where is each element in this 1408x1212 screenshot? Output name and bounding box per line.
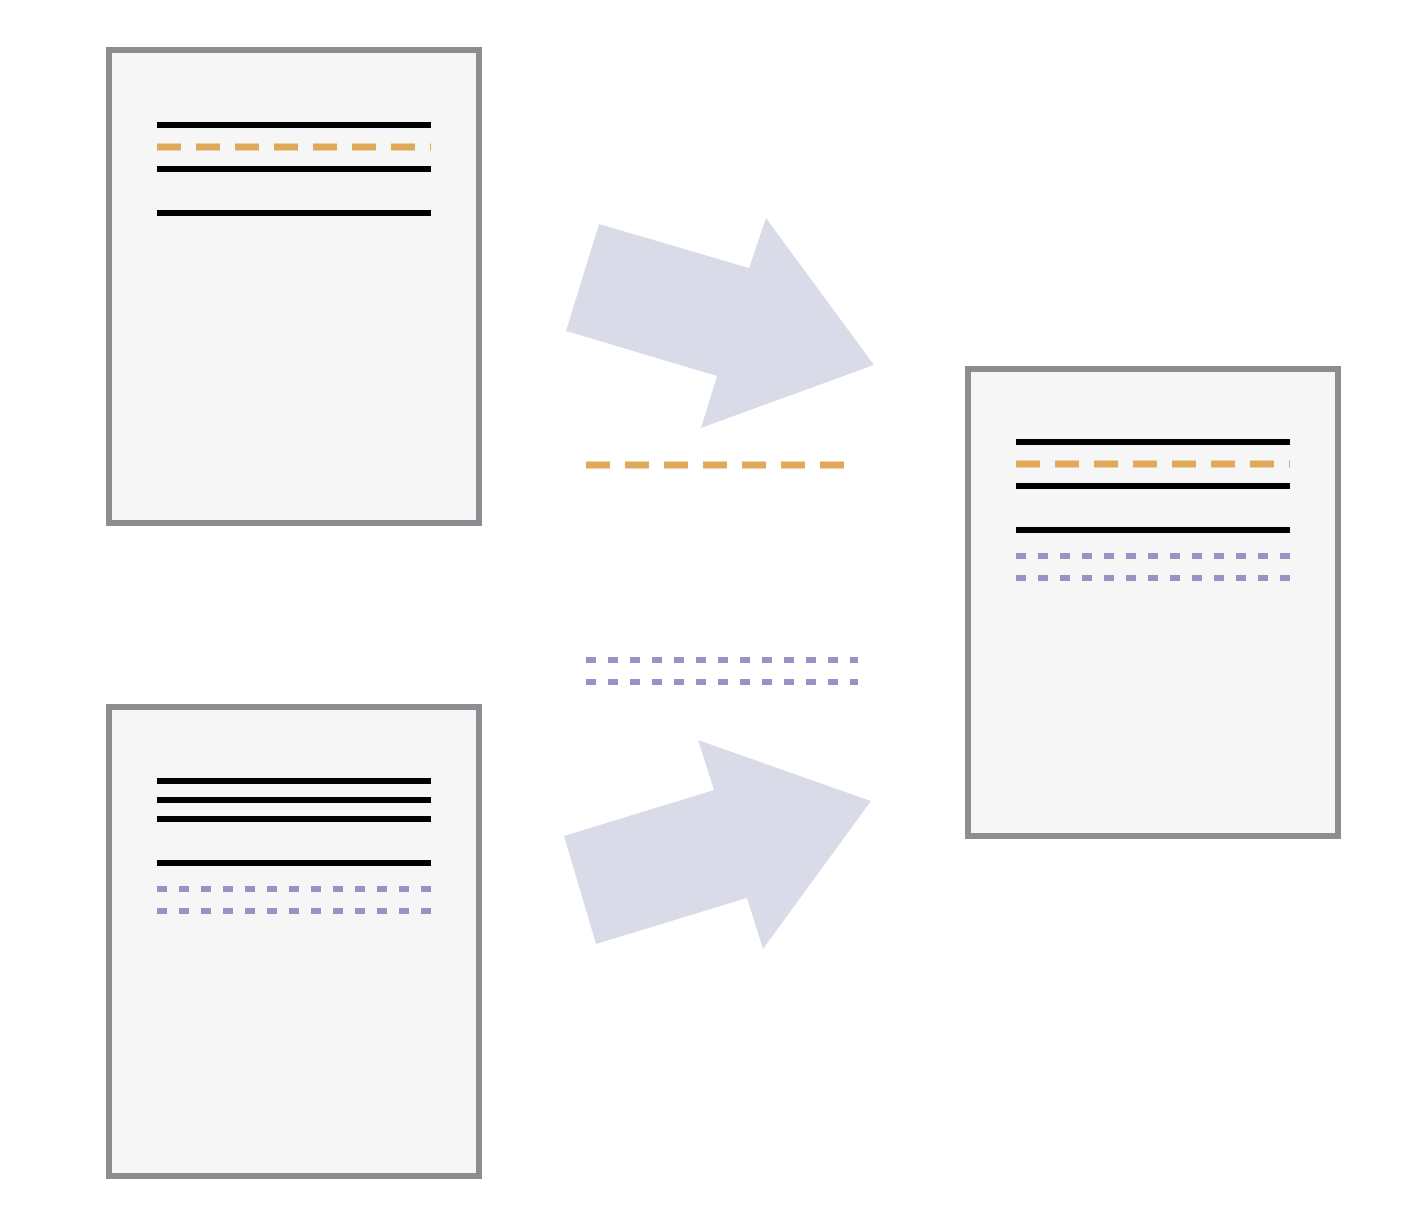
arrow-upper-icon <box>566 218 874 428</box>
merge-diagram-svg <box>106 47 1341 1179</box>
source-document-b <box>106 704 482 1179</box>
source-document-b-page <box>106 704 482 1179</box>
source-document-a <box>106 47 482 526</box>
source-document-a-page <box>106 47 482 526</box>
merged-document <box>965 366 1341 839</box>
arrow-lower-icon <box>564 740 871 949</box>
merge-diagram <box>0 0 1408 1212</box>
transfer-from-b-lines <box>586 657 858 685</box>
